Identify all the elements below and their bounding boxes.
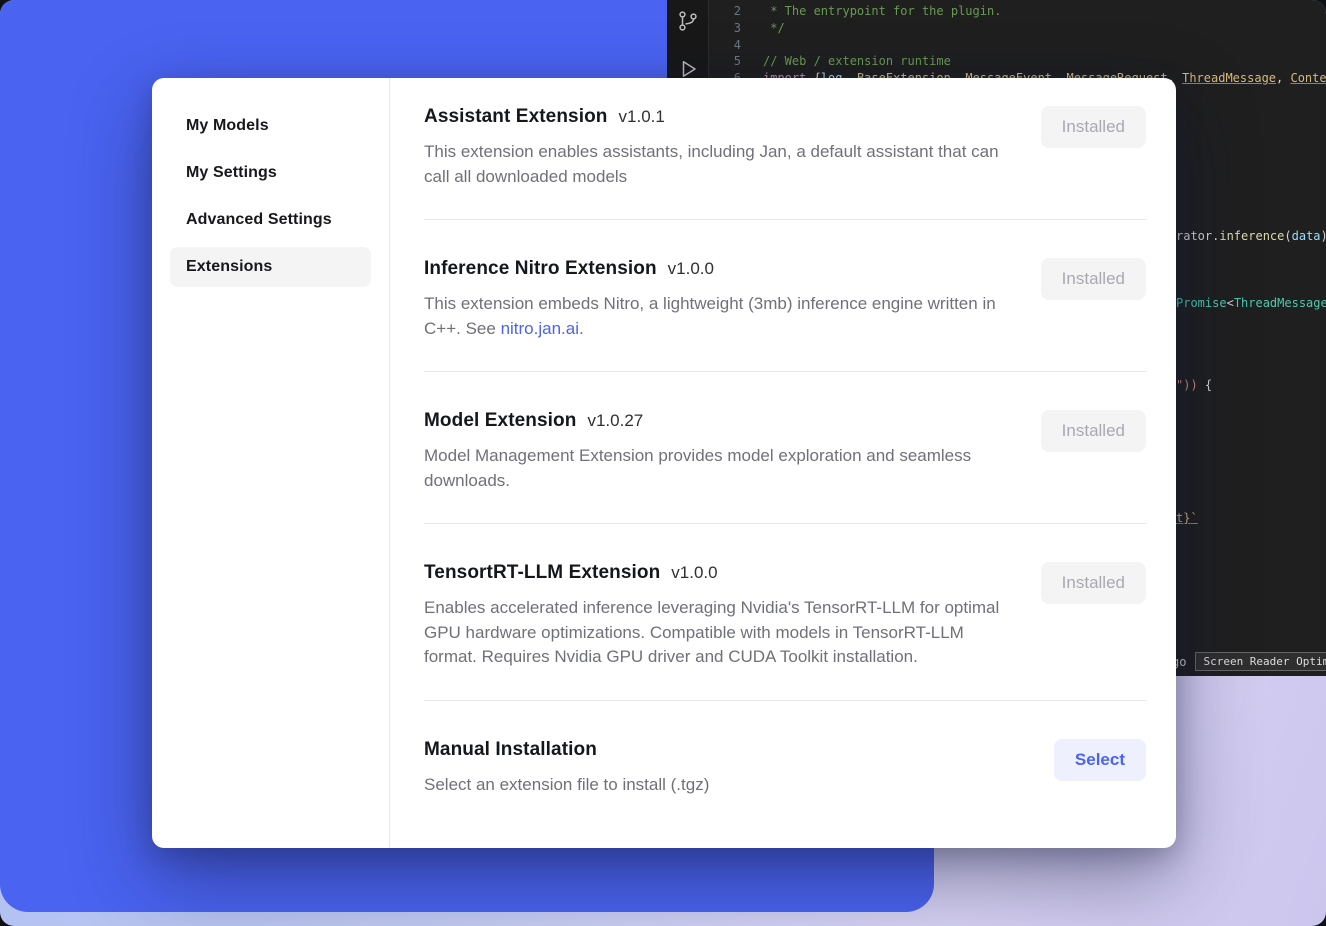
settings-nav: My Models My Settings Advanced Settings Ext…	[152, 78, 390, 848]
settings-modal: My Models My Settings Advanced Settings Ext…	[152, 78, 1176, 848]
extension-description: Model Management Extension provides mode…	[424, 444, 1006, 493]
extension-title: Assistant Extensionv1.0.1	[424, 106, 1006, 128]
extension-version: v1.0.0	[668, 259, 714, 278]
section-divider	[424, 700, 1146, 701]
code-fragment: t}`	[1176, 511, 1198, 526]
sidebar-item-advanced-settings[interactable]: Advanced Settings	[170, 200, 371, 240]
extension-section-assistant-extension: Assistant Extensionv1.0.1 This extension …	[424, 106, 1146, 220]
extension-section-tensortrt-llm-extension: TensortRT-LLM Extensionv1.0.0 Enables acc…	[424, 562, 1146, 701]
installed-button-assistant-extension[interactable]: Installed	[1041, 106, 1146, 148]
extension-section-model-extension: Model Extensionv1.0.27 Model Management E…	[424, 410, 1146, 524]
installed-button-inference-nitro-extension[interactable]: Installed	[1041, 258, 1146, 300]
code-fragment: rator.inference(data));	[1176, 229, 1326, 244]
extensions-list: Assistant Extensionv1.0.1 This extension …	[390, 78, 1176, 848]
sidebar-item-my-settings[interactable]: My Settings	[170, 153, 371, 193]
select-button-manual-installation[interactable]: Select	[1054, 739, 1146, 781]
extension-description: This extension embeds Nitro, a lightweig…	[424, 292, 1006, 341]
screen-reader-badge[interactable]: Screen Reader Optimized	[1195, 652, 1326, 671]
installed-button-model-extension[interactable]: Installed	[1041, 410, 1146, 452]
extension-doc-link[interactable]: nitro.jan.ai.	[501, 319, 584, 338]
extension-title: TensortRT-LLM Extensionv1.0.0	[424, 562, 1006, 584]
extension-title: Inference Nitro Extensionv1.0.0	[424, 258, 1006, 280]
extension-version: v1.0.0	[671, 563, 717, 582]
sidebar-item-my-models[interactable]: My Models	[170, 106, 371, 146]
extension-title: Manual Installation	[424, 739, 709, 761]
installed-button-tensortrt-llm-extension[interactable]: Installed	[1041, 562, 1146, 604]
extension-section-inference-nitro-extension: Inference Nitro Extensionv1.0.0 This exte…	[424, 258, 1146, 372]
app-window: 23456 * The entrypoint for the plugin. *…	[0, 0, 1326, 926]
extension-description: This extension enables assistants, inclu…	[424, 140, 1006, 189]
editor-status: go Screen Reader Optimized	[1172, 652, 1326, 671]
extension-section-manual-installation: Manual Installation Select an extension f…	[424, 739, 1146, 798]
code-fragment: Promise<ThreadMessage>	[1176, 296, 1326, 311]
extension-version: v1.0.27	[587, 411, 643, 430]
section-divider	[424, 371, 1146, 372]
extension-description: Enables accelerated inference leveraging…	[424, 596, 1006, 670]
extension-title: Model Extensionv1.0.27	[424, 410, 1006, 432]
extension-description: Select an extension file to install (.tg…	[424, 773, 709, 798]
code-fragment: ")) {	[1176, 378, 1212, 393]
section-divider	[424, 523, 1146, 524]
source-control-icon[interactable]	[676, 9, 700, 33]
sidebar-item-extensions[interactable]: Extensions	[170, 247, 371, 287]
section-divider	[424, 219, 1146, 220]
extension-version: v1.0.1	[619, 107, 665, 126]
